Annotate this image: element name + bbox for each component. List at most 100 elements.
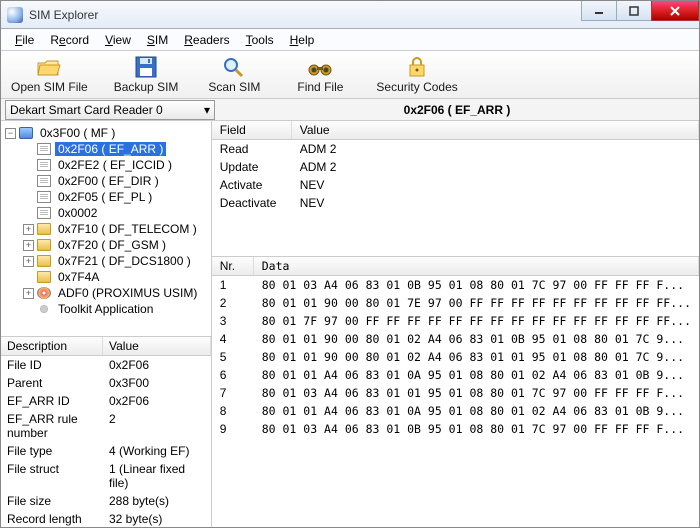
tree-root[interactable]: −0x3F00 ( MF ) [3,125,209,141]
prop-desc: Parent [1,374,103,392]
folder-icon [37,239,51,251]
tree-df-gsm[interactable]: +0x7F20 ( DF_GSM ) [3,237,209,253]
file-tree[interactable]: −0x3F00 ( MF ) 0x2F06 ( EF_ARR ) 0x2FE2 … [1,121,211,337]
record-row[interactable]: 480 01 01 90 00 80 01 02 A4 06 83 01 0B … [212,330,699,348]
scan-sim-button[interactable]: Scan SIM [200,54,268,96]
backup-sim-button[interactable]: Backup SIM [110,54,183,96]
file-icon [37,191,51,203]
prop-value: 0x3F00 [103,374,211,392]
prop-value: 2 [103,410,211,442]
expand-icon[interactable]: + [23,256,34,267]
prop-desc: EF_ARR rule number [1,410,103,442]
col-data[interactable]: Data [254,257,699,275]
record-data: 80 01 01 90 00 80 01 7E 97 00 FF FF FF F… [254,294,699,312]
col-description[interactable]: Description [1,337,103,355]
record-row[interactable]: 580 01 01 90 00 80 01 02 A4 06 83 01 01 … [212,348,699,366]
file-icon [37,143,51,155]
prop-desc: File type [1,442,103,460]
prop-desc: File struct [1,460,103,492]
tree-ef-arr[interactable]: 0x2F06 ( EF_ARR ) [3,141,209,157]
field-row[interactable]: DeactivateNEV [212,194,699,212]
security-codes-button[interactable]: Security Codes [372,54,461,96]
expand-icon[interactable]: + [23,288,34,299]
menu-sim[interactable]: SIM [139,31,176,49]
menubar: File Record View SIM Readers Tools Help [1,29,699,51]
property-row[interactable]: Parent0x3F00 [1,374,211,392]
record-row[interactable]: 780 01 03 A4 06 83 01 01 95 01 08 80 01 … [212,384,699,402]
record-row[interactable]: 380 01 7F 97 00 FF FF FF FF FF FF FF FF … [212,312,699,330]
magnifier-icon [221,56,247,78]
col-value[interactable]: Value [292,121,699,139]
record-data: 80 01 01 90 00 80 01 02 A4 06 83 01 01 9… [254,348,699,366]
prop-desc: Record length [1,510,103,527]
chevron-down-icon: ▾ [204,103,210,117]
tree-7f4a[interactable]: 0x7F4A [3,269,209,285]
tree-ef-dir[interactable]: 0x2F00 ( EF_DIR ) [3,173,209,189]
menu-tools[interactable]: Tools [238,31,282,49]
menu-readers[interactable]: Readers [176,31,237,49]
field-name: Deactivate [212,194,292,212]
field-value: ADM 2 [292,140,699,158]
property-row[interactable]: File size288 byte(s) [1,492,211,510]
reader-select[interactable]: Dekart Smart Card Reader 0 ▾ [5,100,215,120]
tree-df-dcs1800[interactable]: +0x7F21 ( DF_DCS1800 ) [3,253,209,269]
open-label: Open SIM File [11,80,88,94]
col-value[interactable]: Value [103,337,211,355]
find-file-button[interactable]: Find File [286,54,354,96]
prop-value: 0x2F06 [103,356,211,374]
tree-adf0[interactable]: +ADF0 (PROXIMUS USIM) [3,285,209,301]
floppy-icon [133,56,159,78]
binoculars-icon [307,56,333,78]
records-table: Nr. Data 180 01 03 A4 06 83 01 0B 95 01 … [212,257,699,527]
property-row[interactable]: File ID0x2F06 [1,356,211,374]
disc-icon [37,287,51,299]
col-nr[interactable]: Nr. [212,257,254,275]
tree-0002[interactable]: 0x0002 [3,205,209,221]
open-sim-file-button[interactable]: Open SIM File [7,54,92,96]
record-nr: 9 [212,420,254,438]
record-row[interactable]: 180 01 03 A4 06 83 01 0B 95 01 08 80 01 … [212,276,699,294]
tree-ef-iccid[interactable]: 0x2FE2 ( EF_ICCID ) [3,157,209,173]
maximize-button[interactable] [616,1,652,21]
record-row[interactable]: 880 01 01 A4 06 83 01 0A 95 01 08 80 01 … [212,402,699,420]
menu-file[interactable]: File [7,31,42,49]
collapse-icon[interactable]: − [5,128,16,139]
record-data: 80 01 03 A4 06 83 01 0B 95 01 08 80 01 7… [254,420,699,438]
sim-icon [19,127,33,139]
property-row[interactable]: EF_ARR rule number2 [1,410,211,442]
properties-table: Description Value File ID0x2F06Parent0x3… [1,337,211,527]
current-file-label: 0x2F06 ( EF_ARR ) [215,103,699,117]
expand-icon[interactable]: + [23,224,34,235]
field-name: Read [212,140,292,158]
property-row[interactable]: File struct1 (Linear fixed file) [1,460,211,492]
field-row[interactable]: ActivateNEV [212,176,699,194]
minimize-button[interactable] [581,1,617,21]
record-row[interactable]: 680 01 01 A4 06 83 01 0A 95 01 08 80 01 … [212,366,699,384]
col-field[interactable]: Field [212,121,292,139]
property-row[interactable]: EF_ARR ID0x2F06 [1,392,211,410]
field-row[interactable]: UpdateADM 2 [212,158,699,176]
record-row[interactable]: 280 01 01 90 00 80 01 7E 97 00 FF FF FF … [212,294,699,312]
close-button[interactable] [651,1,699,21]
property-row[interactable]: File type4 (Working EF) [1,442,211,460]
reader-bar: Dekart Smart Card Reader 0 ▾ 0x2F06 ( EF… [1,99,699,121]
app-icon [7,7,23,23]
prop-value: 288 byte(s) [103,492,211,510]
menu-view[interactable]: View [97,31,139,49]
lock-icon [404,56,430,78]
tree-ef-pl[interactable]: 0x2F05 ( EF_PL ) [3,189,209,205]
record-data: 80 01 01 90 00 80 01 02 A4 06 83 01 0B 9… [254,330,699,348]
menu-help[interactable]: Help [282,31,323,49]
menu-record[interactable]: Record [42,31,97,49]
file-icon [37,159,51,171]
expand-icon[interactable]: + [23,240,34,251]
property-row[interactable]: Record length32 byte(s) [1,510,211,527]
folder-icon [37,223,51,235]
folder-open-icon [36,56,62,78]
tree-df-telecom[interactable]: +0x7F10 ( DF_TELECOM ) [3,221,209,237]
record-nr: 6 [212,366,254,384]
tree-toolkit-app[interactable]: Toolkit Application [3,301,209,317]
record-row[interactable]: 980 01 03 A4 06 83 01 0B 95 01 08 80 01 … [212,420,699,438]
field-row[interactable]: ReadADM 2 [212,140,699,158]
backup-label: Backup SIM [114,80,179,94]
